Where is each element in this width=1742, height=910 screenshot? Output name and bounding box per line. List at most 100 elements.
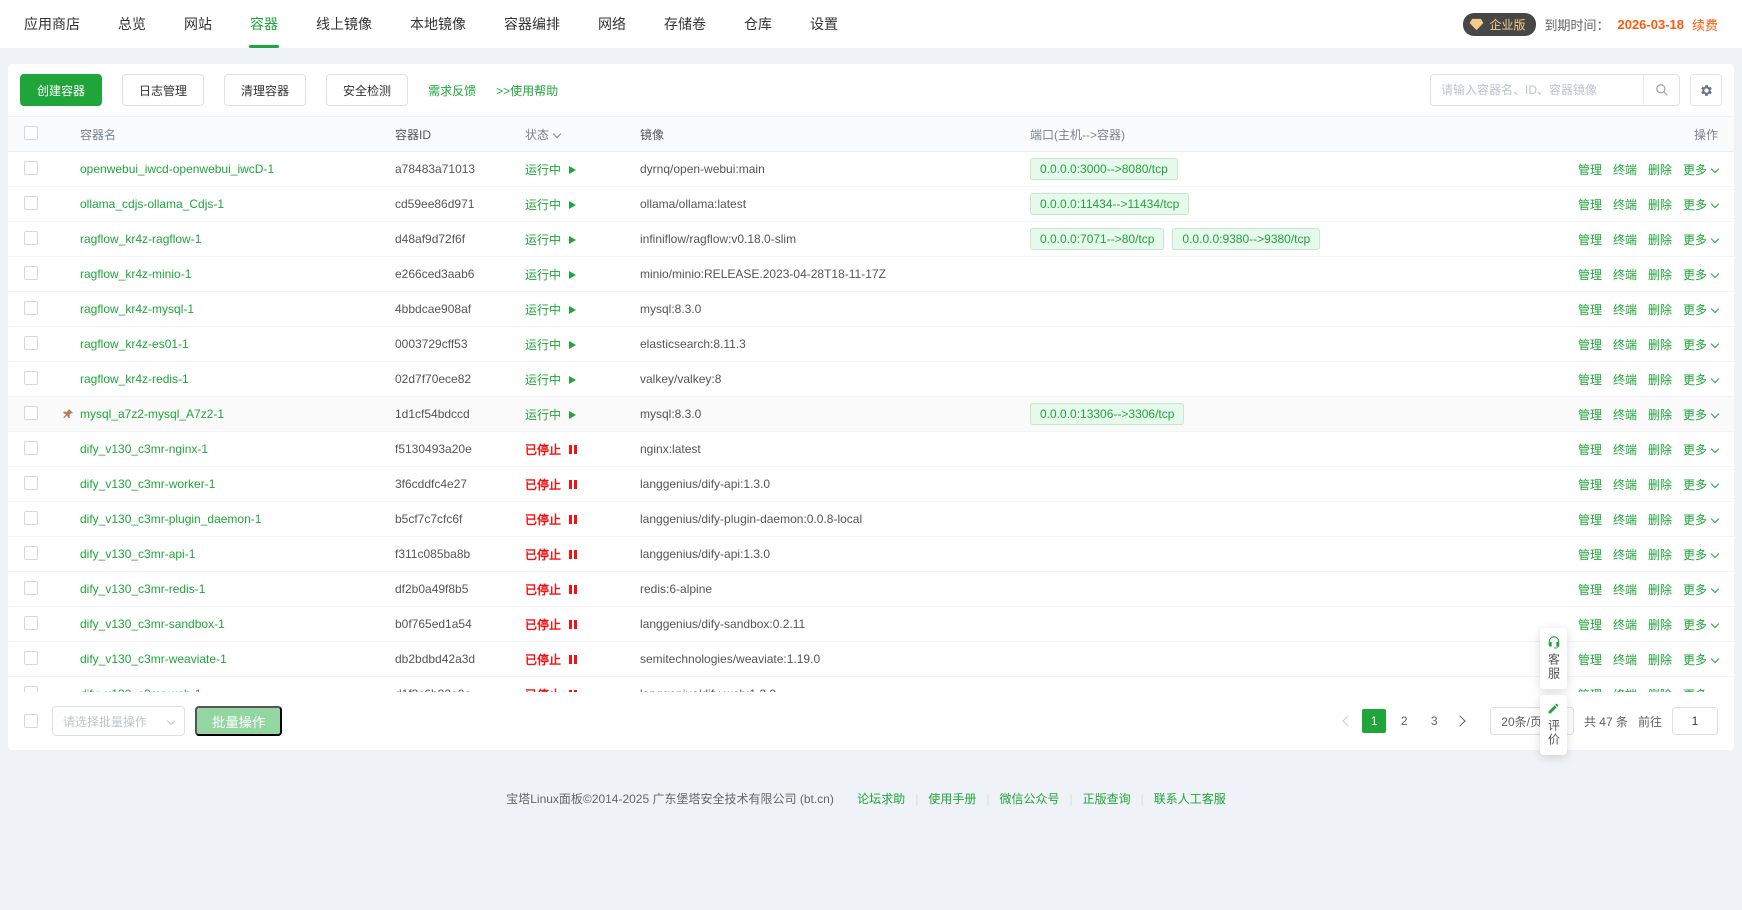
more-action[interactable]: 更多: [1683, 268, 1718, 282]
search-button[interactable]: [1643, 75, 1679, 105]
footer-link[interactable]: 联系人工客服: [1154, 792, 1226, 806]
nav-tab[interactable]: 容器编排: [504, 0, 560, 48]
nav-tab[interactable]: 仓库: [744, 0, 772, 48]
next-page-arrow[interactable]: [1455, 715, 1466, 726]
review-widget[interactable]: 评价: [1540, 695, 1567, 755]
terminal-action[interactable]: 终端: [1613, 198, 1637, 212]
row-checkbox[interactable]: [24, 616, 38, 630]
terminal-action[interactable]: 终端: [1613, 338, 1637, 352]
row-checkbox[interactable]: [24, 406, 38, 420]
settings-button[interactable]: [1690, 74, 1722, 106]
delete-action[interactable]: 删除: [1648, 373, 1672, 387]
container-name-link[interactable]: ragflow_kr4z-mysql-1: [80, 302, 194, 316]
terminal-action[interactable]: 终端: [1613, 233, 1637, 247]
page-button-2[interactable]: 2: [1392, 709, 1416, 733]
goto-page-input[interactable]: [1672, 707, 1718, 735]
manage-action[interactable]: 管理: [1578, 198, 1602, 212]
delete-action[interactable]: 删除: [1648, 303, 1672, 317]
row-checkbox[interactable]: [24, 336, 38, 350]
feedback-link[interactable]: 需求反馈: [428, 82, 476, 99]
container-name-link[interactable]: ollama_cdjs-ollama_Cdjs-1: [80, 197, 224, 211]
nav-tab[interactable]: 总览: [118, 0, 146, 48]
container-name-link[interactable]: dify_v130_c3mr-worker-1: [80, 477, 215, 491]
more-action[interactable]: 更多: [1683, 303, 1718, 317]
terminal-action[interactable]: 终端: [1613, 513, 1637, 527]
log-management-button[interactable]: 日志管理: [122, 74, 204, 106]
search-input[interactable]: [1431, 83, 1643, 97]
prev-page-arrow[interactable]: [1343, 715, 1354, 726]
column-status-filter[interactable]: 状态: [525, 126, 640, 143]
clean-container-button[interactable]: 清理容器: [224, 74, 306, 106]
page-button-3[interactable]: 3: [1422, 709, 1446, 733]
help-link[interactable]: >>使用帮助: [496, 82, 558, 99]
terminal-action[interactable]: 终端: [1613, 373, 1637, 387]
container-name-link[interactable]: ragflow_kr4z-ragflow-1: [80, 232, 201, 246]
row-checkbox[interactable]: [24, 476, 38, 490]
terminal-action[interactable]: 终端: [1613, 548, 1637, 562]
manage-action[interactable]: 管理: [1578, 408, 1602, 422]
delete-action[interactable]: 删除: [1648, 268, 1672, 282]
nav-tab[interactable]: 设置: [810, 0, 838, 48]
row-checkbox[interactable]: [24, 371, 38, 385]
manage-action[interactable]: 管理: [1578, 513, 1602, 527]
manage-action[interactable]: 管理: [1578, 233, 1602, 247]
terminal-action[interactable]: 终端: [1613, 583, 1637, 597]
container-name-link[interactable]: dify_v130_c3mr-api-1: [80, 547, 195, 561]
page-button-1[interactable]: 1: [1362, 709, 1386, 733]
row-checkbox[interactable]: [24, 546, 38, 560]
more-action[interactable]: 更多: [1683, 443, 1718, 457]
manage-action[interactable]: 管理: [1578, 548, 1602, 562]
footer-link[interactable]: 论坛求助: [857, 792, 905, 806]
terminal-action[interactable]: 终端: [1613, 653, 1637, 667]
delete-action[interactable]: 删除: [1648, 583, 1672, 597]
more-action[interactable]: 更多: [1683, 478, 1718, 492]
row-checkbox[interactable]: [24, 196, 38, 210]
container-name-link[interactable]: ragflow_kr4z-minio-1: [80, 267, 191, 281]
manage-action[interactable]: 管理: [1578, 268, 1602, 282]
delete-action[interactable]: 删除: [1648, 618, 1672, 632]
container-name-link[interactable]: dify_v130_c3mr-sandbox-1: [80, 617, 225, 631]
container-name-link[interactable]: ragflow_kr4z-es01-1: [80, 337, 189, 351]
customer-service-widget[interactable]: 客服: [1540, 628, 1567, 689]
renew-link[interactable]: 续费: [1692, 15, 1718, 34]
manage-action[interactable]: 管理: [1578, 688, 1602, 693]
row-checkbox[interactable]: [24, 651, 38, 665]
nav-tab[interactable]: 容器: [250, 0, 278, 48]
manage-action[interactable]: 管理: [1578, 373, 1602, 387]
delete-action[interactable]: 删除: [1648, 443, 1672, 457]
row-checkbox[interactable]: [24, 511, 38, 525]
delete-action[interactable]: 删除: [1648, 408, 1672, 422]
terminal-action[interactable]: 终端: [1613, 303, 1637, 317]
nav-tab[interactable]: 存储卷: [664, 0, 706, 48]
delete-action[interactable]: 删除: [1648, 513, 1672, 527]
manage-action[interactable]: 管理: [1578, 583, 1602, 597]
delete-action[interactable]: 删除: [1648, 548, 1672, 562]
terminal-action[interactable]: 终端: [1613, 408, 1637, 422]
more-action[interactable]: 更多: [1683, 373, 1718, 387]
more-action[interactable]: 更多: [1683, 653, 1718, 667]
manage-action[interactable]: 管理: [1578, 653, 1602, 667]
row-checkbox[interactable]: [24, 441, 38, 455]
manage-action[interactable]: 管理: [1578, 618, 1602, 632]
enterprise-badge[interactable]: 企业版: [1463, 13, 1536, 36]
container-name-link[interactable]: ragflow_kr4z-redis-1: [80, 372, 189, 386]
more-action[interactable]: 更多: [1683, 408, 1718, 422]
delete-action[interactable]: 删除: [1648, 688, 1672, 693]
more-action[interactable]: 更多: [1683, 513, 1718, 527]
batch-action-select[interactable]: 请选择批量操作: [52, 706, 185, 736]
container-name-link[interactable]: openwebui_iwcd-openwebui_iwcD-1: [80, 162, 274, 176]
delete-action[interactable]: 删除: [1648, 653, 1672, 667]
more-action[interactable]: 更多: [1683, 688, 1718, 693]
delete-action[interactable]: 删除: [1648, 478, 1672, 492]
terminal-action[interactable]: 终端: [1613, 268, 1637, 282]
nav-tab[interactable]: 本地镜像: [410, 0, 466, 48]
container-name-link[interactable]: dify_v130_c3mr-nginx-1: [80, 442, 208, 456]
container-name-link[interactable]: dify_v130_c3mr-web-1: [80, 687, 201, 692]
more-action[interactable]: 更多: [1683, 198, 1718, 212]
row-checkbox[interactable]: [24, 266, 38, 280]
terminal-action[interactable]: 终端: [1613, 618, 1637, 632]
delete-action[interactable]: 删除: [1648, 198, 1672, 212]
more-action[interactable]: 更多: [1683, 548, 1718, 562]
terminal-action[interactable]: 终端: [1613, 688, 1637, 693]
more-action[interactable]: 更多: [1683, 233, 1718, 247]
